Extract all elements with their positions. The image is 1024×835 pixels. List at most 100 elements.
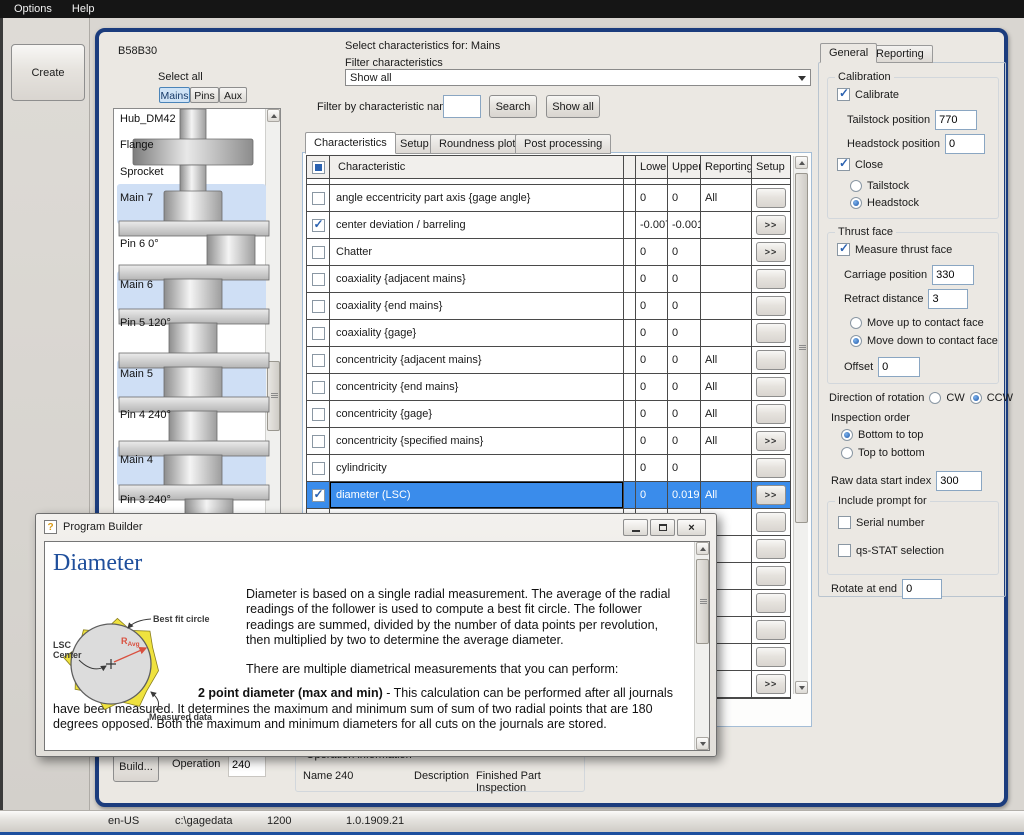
calibrate-checkbox[interactable] — [837, 88, 850, 101]
part-item[interactable]: Hub_DM42 — [120, 113, 176, 125]
row-checkbox[interactable] — [312, 381, 325, 394]
table-row[interactable]: Chatter00>> — [307, 239, 790, 266]
setup-button[interactable] — [756, 566, 786, 586]
part-item[interactable]: Pin 4 240° — [120, 409, 171, 421]
table-row[interactable]: concentricity {gage}00All — [307, 401, 790, 428]
scroll-thumb[interactable] — [267, 361, 280, 431]
part-item[interactable]: Pin 3 240° — [120, 494, 171, 506]
setup-button[interactable]: >> — [756, 215, 786, 235]
setup-button[interactable]: >> — [756, 242, 786, 262]
raw-data-start-index-input[interactable] — [936, 471, 982, 491]
setup-button[interactable] — [756, 458, 786, 478]
scroll-thumb[interactable] — [795, 173, 808, 523]
setup-button[interactable] — [756, 188, 786, 208]
table-row[interactable]: angle eccentricity part axis {gage angle… — [307, 185, 790, 212]
serial-number-checkbox[interactable] — [838, 516, 851, 529]
table-row[interactable]: coaxiality {end mains}00 — [307, 293, 790, 320]
tailstock-position-input[interactable] — [935, 110, 977, 130]
qs-stat-checkbox[interactable] — [838, 544, 851, 557]
table-row[interactable]: cylindricity00 — [307, 455, 790, 482]
maximize-button[interactable] — [650, 519, 675, 536]
headstock-radio[interactable] — [850, 197, 862, 209]
setup-button[interactable] — [756, 512, 786, 532]
setup-button[interactable] — [756, 593, 786, 613]
scroll-down-arrow[interactable] — [696, 737, 709, 750]
setup-button[interactable]: >> — [756, 431, 786, 451]
table-row[interactable]: center deviation / barreling-0.007-0.001… — [307, 212, 790, 239]
scroll-thumb[interactable] — [696, 559, 709, 644]
menu-item-options[interactable]: Options — [4, 1, 62, 17]
close-button[interactable]: × — [677, 519, 706, 536]
part-item[interactable]: Pin 5 120° — [120, 317, 171, 329]
create-button[interactable]: Create — [11, 44, 85, 101]
close-checkbox[interactable] — [837, 158, 850, 171]
move-up-radio[interactable] — [850, 317, 862, 329]
row-checkbox[interactable] — [312, 435, 325, 448]
name-filter-input[interactable] — [443, 95, 481, 118]
scroll-up-arrow[interactable] — [696, 542, 709, 555]
bottom-to-top-radio[interactable] — [841, 429, 853, 441]
part-item[interactable]: Main 7 — [120, 192, 153, 204]
row-checkbox[interactable] — [312, 246, 325, 259]
setup-button[interactable]: >> — [756, 485, 786, 505]
table-row[interactable]: coaxiality {adjacent mains}00 — [307, 266, 790, 293]
setup-button[interactable] — [756, 296, 786, 316]
part-item[interactable]: Pin 6 0° — [120, 238, 159, 250]
row-checkbox[interactable] — [312, 273, 325, 286]
scroll-up-arrow[interactable] — [795, 156, 808, 169]
part-tab-aux[interactable]: Aux — [219, 87, 247, 103]
tab-characteristics[interactable]: Characteristics — [305, 132, 396, 154]
row-checkbox[interactable] — [312, 354, 325, 367]
measure-thrust-face-checkbox[interactable] — [837, 243, 850, 256]
ccw-radio[interactable] — [970, 392, 982, 404]
search-button[interactable]: Search — [489, 95, 537, 118]
tab-post-processing[interactable]: Post processing — [515, 134, 611, 154]
setup-button[interactable]: >> — [756, 674, 786, 694]
row-checkbox[interactable] — [312, 327, 325, 340]
top-to-bottom-radio[interactable] — [841, 447, 853, 459]
menu-item-help[interactable]: Help — [62, 1, 105, 17]
table-scrollbar[interactable] — [793, 156, 808, 694]
offset-input[interactable] — [878, 357, 920, 377]
rotate-at-end-input[interactable] — [902, 579, 942, 599]
part-tab-mains[interactable]: Mains — [159, 87, 190, 103]
cw-radio[interactable] — [929, 392, 941, 404]
show-all-button[interactable]: Show all — [546, 95, 600, 118]
setup-button[interactable] — [756, 404, 786, 424]
scroll-up-arrow[interactable] — [267, 109, 280, 122]
retract-distance-input[interactable] — [928, 289, 968, 309]
table-row[interactable]: coaxiality {gage}00 — [307, 320, 790, 347]
scroll-down-arrow[interactable] — [795, 681, 808, 694]
row-checkbox[interactable] — [312, 489, 325, 502]
part-item[interactable]: Flange — [120, 139, 154, 151]
setup-button[interactable] — [756, 323, 786, 343]
part-item[interactable]: Main 4 — [120, 454, 153, 466]
move-down-radio[interactable] — [850, 335, 862, 347]
table-row[interactable]: concentricity {end mains}00All — [307, 374, 790, 401]
dialog-titlebar[interactable]: ? Program Builder × — [36, 514, 716, 540]
dialog-scrollbar[interactable] — [694, 542, 709, 750]
part-item[interactable]: Sprocket — [120, 166, 163, 178]
row-checkbox[interactable] — [312, 192, 325, 205]
setup-button[interactable] — [756, 377, 786, 397]
row-checkbox[interactable] — [312, 219, 325, 232]
tailstock-radio[interactable] — [850, 180, 862, 192]
part-item[interactable]: Main 5 — [120, 368, 153, 380]
part-tab-pins[interactable]: Pins — [190, 87, 219, 103]
part-item[interactable]: Main 6 — [120, 279, 153, 291]
tab-general[interactable]: General — [820, 43, 877, 63]
row-checkbox[interactable] — [312, 462, 325, 475]
setup-button[interactable] — [756, 539, 786, 559]
table-row[interactable]: diameter (LSC)00.019All>> — [307, 482, 790, 509]
minimize-button[interactable] — [623, 519, 648, 536]
setup-button[interactable] — [756, 647, 786, 667]
setup-button[interactable] — [756, 620, 786, 640]
row-checkbox[interactable] — [312, 300, 325, 313]
table-row[interactable]: concentricity {specified mains}00All>> — [307, 428, 790, 455]
filter-dropdown[interactable]: Show all — [345, 69, 811, 86]
table-row[interactable]: concentricity {adjacent mains}00All — [307, 347, 790, 374]
setup-button[interactable] — [756, 269, 786, 289]
carriage-position-input[interactable] — [932, 265, 974, 285]
tab-roundness-plot[interactable]: Roundness plot — [430, 134, 524, 154]
headstock-position-input[interactable] — [945, 134, 985, 154]
